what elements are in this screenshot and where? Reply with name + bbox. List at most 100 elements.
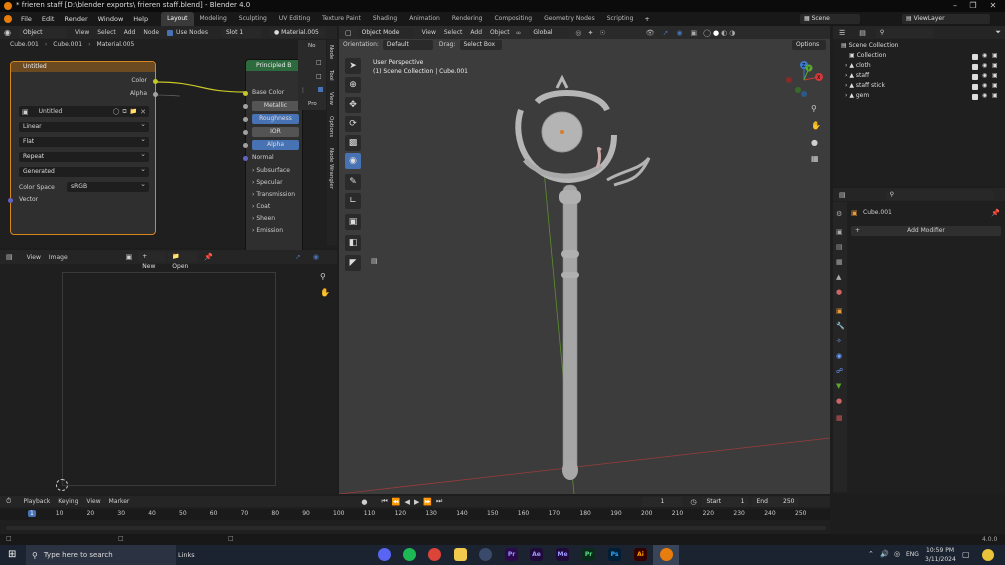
notification-icon[interactable]: ▢ xyxy=(962,550,970,559)
ior-socket[interactable] xyxy=(243,130,248,135)
base-color-socket[interactable] xyxy=(243,91,248,96)
xray-icon[interactable]: ▣ xyxy=(691,29,698,37)
particles-tab-icon[interactable]: ✧ xyxy=(836,337,842,345)
tab-rendering[interactable]: Rendering xyxy=(446,12,489,26)
material-tab-icon[interactable]: ● xyxy=(836,397,842,405)
outliner-row-staff-stick[interactable]: › ▲ staff stick xyxy=(845,81,1005,91)
close-icon[interactable]: ✕ xyxy=(986,0,1000,12)
add-modifier-button[interactable]: + Add Modifier xyxy=(851,226,1001,236)
links-toolbar[interactable]: Links xyxy=(178,551,195,559)
view-layer-tab-icon[interactable]: ▦ xyxy=(836,258,843,266)
color-space-dropdown[interactable]: sRGB xyxy=(67,179,149,192)
tab-sculpting[interactable]: Sculpting xyxy=(233,12,273,26)
chrome-icon[interactable] xyxy=(428,548,441,561)
taskbar-search[interactable]: ⚲ Type here to search xyxy=(26,545,176,565)
image-browse-icon[interactable]: ▣ xyxy=(22,108,29,116)
tab-node[interactable]: Node xyxy=(328,45,334,59)
start-frame-field[interactable]: Start 1 xyxy=(702,496,749,507)
2d-cursor-icon[interactable] xyxy=(56,479,68,491)
3d-viewport[interactable]: ▢ Object Mode View Select Add Object ∞ G… xyxy=(339,26,830,494)
outliner[interactable]: ☰ ▤ ⚲ ⏷ ▤ Scene Collection ▣ Collection … xyxy=(833,26,1005,186)
staff-checkbox[interactable] xyxy=(972,74,978,80)
play-reverse-icon[interactable]: ◀ xyxy=(405,498,410,506)
image-canvas[interactable] xyxy=(62,272,276,486)
roughness-socket[interactable] xyxy=(243,117,248,122)
normal-socket[interactable] xyxy=(243,156,248,161)
filter-icon[interactable]: ⏷ xyxy=(995,28,1001,37)
menu-playback[interactable]: Playback xyxy=(23,498,50,505)
premiere-icon[interactable]: Pr xyxy=(505,548,518,561)
menu-file[interactable]: File xyxy=(16,12,37,26)
menu-keying[interactable]: Keying xyxy=(58,498,78,505)
tab-texture-paint[interactable]: Texture Paint xyxy=(316,12,367,26)
timeline-ruler[interactable]: 1 10 20 30 40 50 60 70 80 90 100 110 120 130 140 150 160… xyxy=(0,509,830,520)
tab-view[interactable]: View xyxy=(328,92,334,105)
specular-panel[interactable]: › Specular xyxy=(252,179,283,186)
clock-date[interactable]: 3/11/2024 xyxy=(925,556,956,563)
color-output-socket[interactable] xyxy=(153,79,158,84)
timeline-scrollbar[interactable] xyxy=(6,526,826,530)
solid-shading-icon[interactable]: ● xyxy=(713,29,719,37)
metallic-socket[interactable] xyxy=(243,104,248,109)
tab-node-wrangler[interactable]: Node Wrangler xyxy=(328,148,334,189)
metallic-field[interactable]: Metallic xyxy=(252,101,299,111)
staff-stick-eye-icon[interactable]: ◉ xyxy=(982,83,990,89)
constraints-tab-icon[interactable]: ☍ xyxy=(836,367,843,375)
vp-menu-select[interactable]: Select xyxy=(444,29,463,36)
viewport-type-icon[interactable]: ▢ xyxy=(345,29,352,37)
timeline-type-icon[interactable]: ⏱ xyxy=(6,497,11,506)
tab-uv-editing[interactable]: UV Editing xyxy=(273,12,316,26)
source-dropdown[interactable]: Generated xyxy=(19,164,149,177)
scene-selector[interactable]: ▦ Scene xyxy=(800,14,860,24)
vp-menu-add[interactable]: Add xyxy=(470,29,482,36)
discord-icon[interactable] xyxy=(378,548,391,561)
tab-layout[interactable]: Layout xyxy=(161,12,194,26)
staff-camera-icon[interactable]: ▣ xyxy=(992,73,1000,79)
snap-icon[interactable]: ✦ xyxy=(588,29,594,37)
viewport-pan-icon[interactable]: ✋ xyxy=(811,121,821,130)
menu-render[interactable]: Render xyxy=(59,12,92,26)
cloth-camera-icon[interactable]: ▣ xyxy=(992,63,1000,69)
interpolation-dropdown[interactable]: Linear xyxy=(19,119,149,132)
minimize-icon[interactable]: – xyxy=(948,0,962,12)
image-editor[interactable]: ▤ View Image ▣ + New 📁 Open 📌 ➚ ◉ ⚲ ✋ xyxy=(0,250,337,494)
projection-dropdown[interactable]: Flat xyxy=(19,134,149,147)
sheen-panel[interactable]: › Sheen xyxy=(252,215,275,222)
pivot-icon[interactable]: ◎ xyxy=(575,29,581,37)
record-icon[interactable]: ● xyxy=(361,498,367,506)
ior-field[interactable]: IOR xyxy=(252,127,299,137)
options-dropdown[interactable]: Options xyxy=(792,39,826,50)
vp-menu-object[interactable]: Object xyxy=(490,29,510,36)
outliner-row-scene-collection[interactable]: ▤ Scene Collection xyxy=(841,41,1001,51)
image-texture-node[interactable]: Untitled Color Alpha ▣ Untitled ◯ ⧉ 📁 ✕ … xyxy=(8,61,158,235)
camera-view-icon[interactable]: ● xyxy=(811,138,818,147)
copilot-icon[interactable] xyxy=(982,549,994,561)
staff-stick-camera-icon[interactable]: ▣ xyxy=(992,83,1000,89)
viewport-zoom-icon[interactable]: ⚲ xyxy=(811,104,817,113)
end-frame-field[interactable]: End 250 xyxy=(752,496,799,507)
steam-icon[interactable] xyxy=(479,548,492,561)
viewport-overlay-icon[interactable]: ◉ xyxy=(676,29,682,37)
image-editor-type-icon[interactable]: ▤ xyxy=(6,253,13,261)
alpha-output-socket[interactable] xyxy=(153,92,158,97)
current-frame-field[interactable]: 1 xyxy=(642,496,683,507)
scene-tab-icon[interactable]: ▲ xyxy=(836,273,841,281)
sidebar-icon-a[interactable]: □ xyxy=(316,59,322,66)
viewport-gizmo-icon[interactable]: ➚ xyxy=(663,29,669,37)
shader-editor[interactable]: ◉ Object View Select Add Node Use Nodes … xyxy=(0,26,337,266)
tray-chevron-icon[interactable]: ⌃ xyxy=(868,550,874,558)
menu-edit[interactable]: Edit xyxy=(37,12,60,26)
tab-modeling[interactable]: Modeling xyxy=(194,12,233,26)
navigation-gizmo[interactable]: X Z Y xyxy=(783,60,823,100)
collection-checkbox[interactable] xyxy=(972,54,978,60)
cloth-eye-icon[interactable]: ◉ xyxy=(982,63,990,69)
pin-icon[interactable]: 📌 xyxy=(991,209,1000,217)
tab-options[interactable]: Options xyxy=(328,116,334,137)
timeline[interactable]: ⏱ Playback Keying View Marker ● ⏮ ⏪ ◀ ▶ … xyxy=(0,496,830,534)
tab-compositing[interactable]: Compositing xyxy=(488,12,538,26)
blender-taskbar-icon[interactable] xyxy=(660,548,673,561)
proportional-icon[interactable]: ☉ xyxy=(599,29,605,37)
modifier-tab-icon[interactable]: 🔧 xyxy=(836,322,845,330)
sidebar-icon-b[interactable]: □ xyxy=(316,73,322,80)
language-indicator[interactable]: ENG xyxy=(906,551,919,558)
